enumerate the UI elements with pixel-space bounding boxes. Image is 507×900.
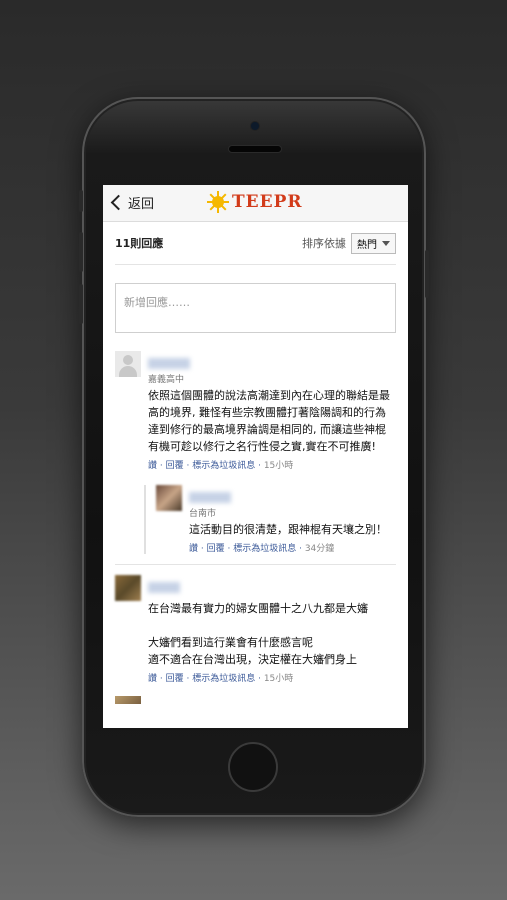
logo-text: TEEPR — [232, 192, 303, 212]
sort-value: 熱門 — [357, 239, 377, 251]
mark-spam-link[interactable]: 標示為垃圾訊息 — [192, 461, 255, 471]
like-link[interactable]: 讚 — [148, 461, 157, 471]
comment-time[interactable]: 15小時 — [264, 674, 293, 684]
back-button[interactable]: 返回 — [109, 193, 154, 212]
avatar[interactable] — [115, 575, 141, 601]
front-camera — [250, 121, 260, 131]
reply-actions: 讚 · 回覆 · 標示為垃圾訊息 · 34分鐘 — [189, 544, 335, 554]
comment-text: 依照這個團體的說法高潮達到內在心理的聯結是最高的境界, 難怪有些宗教團體打著陰陽… — [148, 389, 390, 453]
comments-section: 11則回應 排序依據 熱門 新增回應…… ■■■■ 嘉義高中 依照這個團體的說法… — [103, 222, 408, 704]
avatar[interactable] — [115, 351, 141, 377]
comments-header: 11則回應 排序依據 熱門 — [115, 222, 396, 265]
comment-count: 11則回應 — [115, 237, 164, 250]
volume-down-button — [79, 284, 83, 324]
volume-up-button — [79, 232, 83, 272]
comment-author[interactable]: ■■■ — [148, 582, 181, 593]
reply-location: 台南市 — [189, 509, 217, 519]
reply-link[interactable]: 回覆 — [166, 674, 184, 684]
comment-body: ■■■■ 嘉義高中 依照這個團體的說法高潮達到內在心理的聯結是最高的境界, 難怪… — [144, 351, 396, 554]
comment-divider — [115, 564, 396, 565]
reply-link[interactable]: 回覆 — [207, 544, 225, 554]
avatar[interactable] — [115, 696, 141, 704]
reply-time[interactable]: 34分鐘 — [305, 544, 334, 554]
reply-item: ■■■■ 台南市 這活動目的很清楚，跟神棍有天壤之別！ 讚 · 回覆 · 標示為… — [144, 485, 396, 554]
reply-link[interactable]: 回覆 — [166, 461, 184, 471]
chevron-left-icon — [110, 194, 127, 211]
teepr-logo: TEEPR — [207, 191, 302, 213]
comment-time[interactable]: 15小時 — [264, 461, 293, 471]
comment-item: ■■■ 在台灣最有實力的婦女團體十之八九都是大嬸 大嬸們看到這行業會有什麼感言呢… — [115, 575, 396, 684]
back-label: 返回 — [128, 197, 155, 212]
reply-author[interactable]: ■■■■ — [189, 492, 231, 503]
mark-spam-link[interactable]: 標示為垃圾訊息 — [192, 674, 255, 684]
comment-body: ■■■ 在台灣最有實力的婦女團體十之八九都是大嬸 大嬸們看到這行業會有什麼感言呢… — [148, 575, 396, 684]
comment-actions: 讚 · 回覆 · 標示為垃圾訊息 · 15小時 — [148, 674, 294, 684]
comment-text: 在台灣最有實力的婦女團體十之八九都是大嬸 大嬸們看到這行業會有什麼感言呢 適不適… — [148, 602, 368, 666]
reply-thread-line — [144, 485, 146, 554]
comment-location: 嘉義高中 — [148, 375, 185, 385]
caret-down-icon — [382, 240, 390, 246]
mark-spam-link[interactable]: 標示為垃圾訊息 — [233, 544, 296, 554]
comment-item: ■■■■ 嘉義高中 依照這個團體的說法高潮達到內在心理的聯結是最高的境界, 難怪… — [115, 351, 396, 554]
sort-dropdown[interactable]: 熱門 — [351, 232, 396, 254]
reply-text: 這活動目的很清楚，跟神棍有天壤之別！ — [189, 523, 387, 536]
sun-icon — [207, 191, 229, 213]
sort-control: 排序依據 熱門 — [302, 232, 396, 254]
avatar[interactable] — [156, 485, 182, 511]
earpiece-speaker — [228, 145, 282, 153]
mute-switch — [79, 190, 83, 212]
new-comment-input[interactable]: 新增回應…… — [115, 283, 396, 333]
power-button — [425, 250, 429, 298]
like-link[interactable]: 讚 — [189, 544, 198, 554]
reply-body: ■■■■ 台南市 這活動目的很清楚，跟神棍有天壤之別！ 讚 · 回覆 · 標示為… — [189, 485, 387, 554]
comment-actions: 讚 · 回覆 · 標示為垃圾訊息 · 15小時 — [148, 461, 294, 471]
app-screen: 返回 TEEPR 11則回應 排序依據 熱門 新增回應…… 嘉義高中 依照這個團… — [103, 185, 408, 728]
navigation-bar: 返回 TEEPR — [103, 185, 408, 222]
home-button[interactable] — [228, 742, 278, 792]
comment-author[interactable]: ■■■■ — [148, 358, 190, 369]
sort-label: 排序依據 — [302, 237, 346, 250]
like-link[interactable]: 讚 — [148, 674, 157, 684]
